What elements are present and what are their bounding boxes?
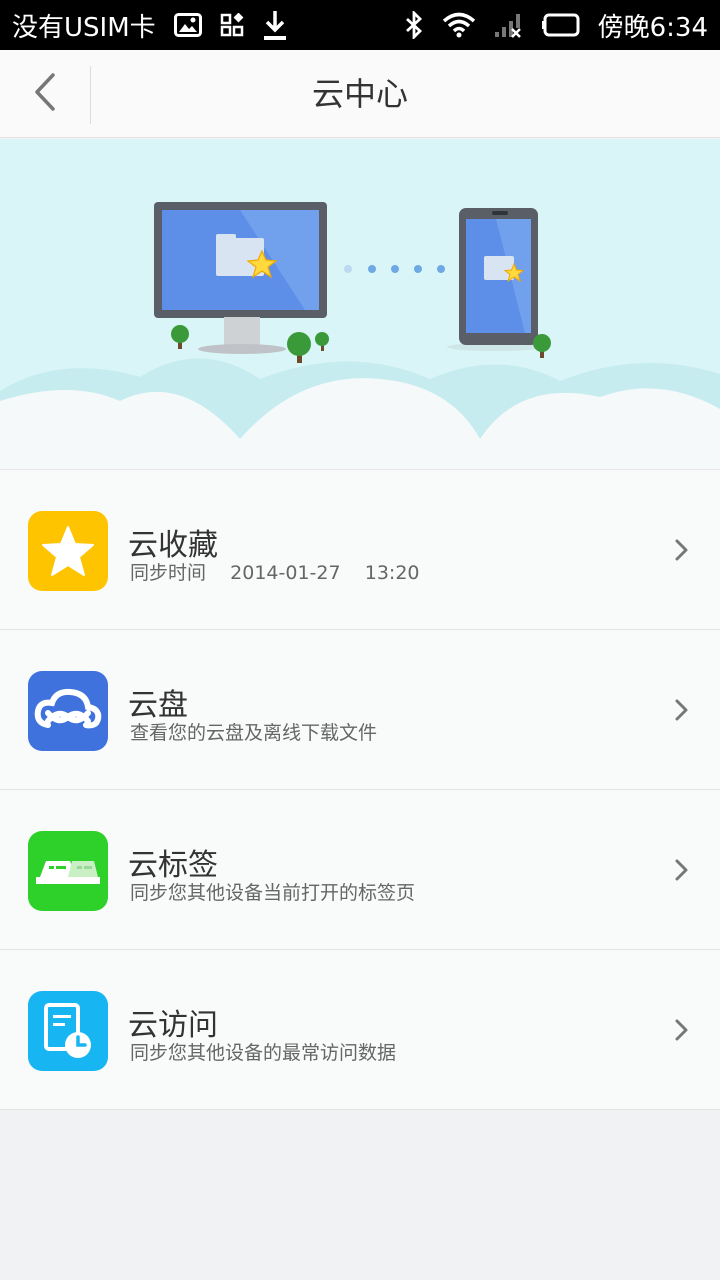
status-time: 傍晚6:34 (597, 12, 708, 43)
list-item-cloud-visits[interactable]: 云访问 同步您其他设备的最常访问数据 (0, 950, 720, 1110)
cloud-drive-icon (28, 671, 108, 751)
item-subtitle: 同步您其他设备当前打开的标签页 (130, 882, 416, 904)
sync-dots (344, 265, 445, 273)
list-item-cloud-favorites[interactable]: 云收藏 同步时间 2014-01-27 13:20 (0, 470, 720, 630)
item-subtitle: 同步时间 2014-01-27 13:20 (130, 562, 420, 584)
status-bar: 没有USIM卡 傍晚6:34 (0, 0, 720, 50)
chevron-right-icon (675, 699, 688, 721)
bluetooth-icon (404, 11, 424, 39)
phone-illustration (447, 208, 543, 351)
history-icon (28, 991, 108, 1071)
list-item-cloud-tabs[interactable]: 云标签 同步您其他设备当前打开的标签页 (0, 790, 720, 950)
chevron-right-icon (675, 1019, 688, 1041)
hero-illustration (0, 139, 720, 469)
item-subtitle: 同步您其他设备的最常访问数据 (130, 1042, 397, 1064)
battery-icon (541, 13, 580, 37)
signal-icon (494, 12, 524, 38)
page-title: 云中心 (311, 75, 408, 113)
image-icon (173, 13, 202, 37)
star-icon (28, 511, 108, 591)
clouds-decoration (0, 358, 720, 469)
chevron-right-icon (675, 539, 688, 561)
item-subtitle: 查看您的云盘及离线下载文件 (130, 722, 378, 744)
wifi-icon (442, 12, 476, 38)
app-header: 云中心 (0, 50, 720, 138)
cloud-services-list: 云收藏 同步时间 2014-01-27 13:20 云盘 查看您的云盘及离线下载… (0, 469, 720, 1110)
grid-icon (220, 13, 244, 37)
carrier-text: 没有USIM卡 (12, 12, 156, 43)
chevron-right-icon (675, 859, 688, 881)
tabs-icon (28, 831, 108, 911)
download-icon (262, 9, 288, 41)
list-item-cloud-drive[interactable]: 云盘 查看您的云盘及离线下载文件 (0, 630, 720, 790)
